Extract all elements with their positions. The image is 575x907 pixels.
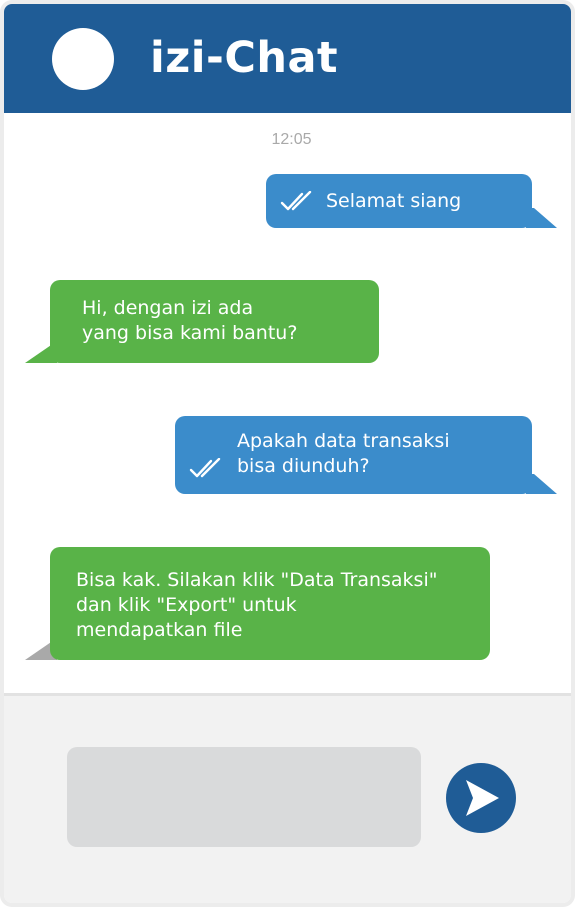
app-title: izi-Chat xyxy=(150,33,339,83)
avatar[interactable] xyxy=(52,28,114,90)
received-message-bubble[interactable]: Bisa kak. Silakan klik "Data Transaksi" … xyxy=(50,547,490,660)
message-text: Apakah data transaksi bisa diunduh? xyxy=(237,430,450,477)
double-check-icon xyxy=(280,191,312,211)
message-text: Hi, dengan izi ada yang bisa kami bantu? xyxy=(82,297,298,344)
sent-message-bubble[interactable]: Apakah data transaksi bisa diunduh? xyxy=(175,416,532,494)
send-button[interactable] xyxy=(446,763,516,833)
bubble-tail xyxy=(526,474,557,494)
message-timestamp: 12:05 xyxy=(271,131,312,148)
chat-header: izi-Chat xyxy=(4,4,571,113)
message-text: Selamat siang xyxy=(326,190,462,212)
message-input[interactable] xyxy=(67,747,421,847)
received-message-bubble[interactable]: Hi, dengan izi ada yang bisa kami bantu? xyxy=(50,280,379,363)
chat-window: izi-Chat 12:05 Selamat siang Hi, dengan … xyxy=(0,0,575,907)
message-text: Bisa kak. Silakan klik "Data Transaksi" … xyxy=(76,569,438,641)
bubble-tail xyxy=(526,208,557,228)
sent-message-bubble[interactable]: Selamat siang xyxy=(266,174,532,228)
double-check-icon xyxy=(189,458,221,478)
bubble-tail xyxy=(25,341,57,363)
send-icon xyxy=(466,780,499,816)
